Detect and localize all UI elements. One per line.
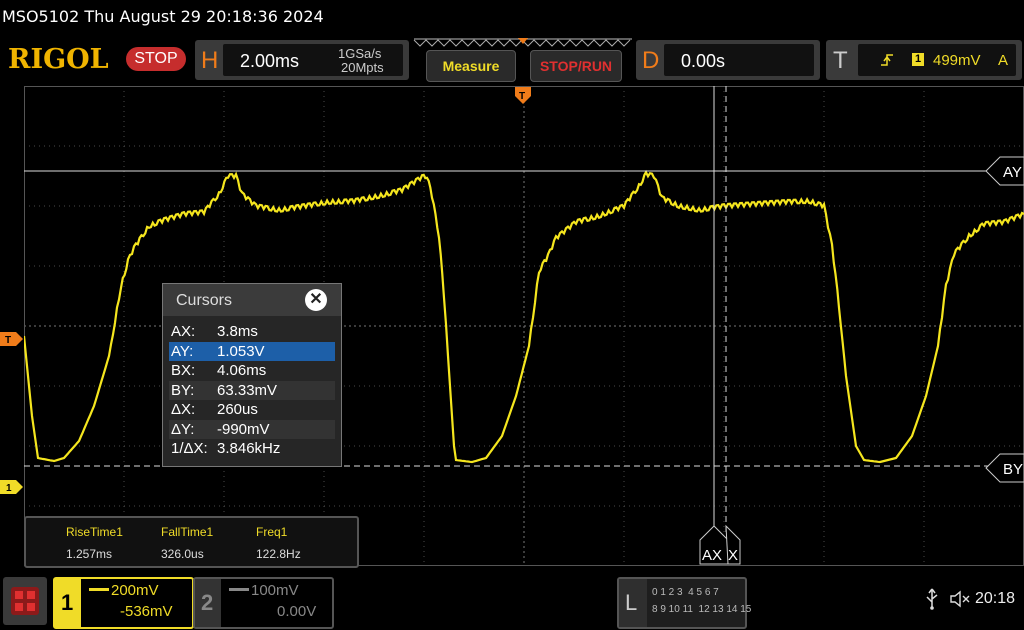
svg-text:T: T xyxy=(5,335,11,346)
cursor-row-value: 63.33mV xyxy=(217,381,278,399)
measure-value: 122.8Hz xyxy=(256,547,301,561)
cursors-panel: Cursors ✕ AX: 3.8ms AY: 1.053V BX: 4.06ms BY: 6… xyxy=(162,283,342,467)
clock: 20:18 xyxy=(975,590,1016,607)
channel1-number: 1 xyxy=(61,590,74,615)
channel2-number: 2 xyxy=(201,590,214,615)
channel1-ground-marker[interactable]: 1 xyxy=(0,479,24,495)
rising-edge-icon xyxy=(881,54,893,66)
channel1-panel[interactable]: 1 ▬▬ 200mV -536mV xyxy=(53,577,194,629)
speaker-muted-icon[interactable] xyxy=(950,590,972,608)
cursor-row-key: AX: xyxy=(171,323,196,340)
trigger-panel[interactable]: T 1 499mV A xyxy=(826,40,1022,80)
cursors-title: Cursors xyxy=(176,292,233,309)
cursor-row-key: AY: xyxy=(171,342,194,360)
measure-button[interactable]: Measure xyxy=(426,50,516,82)
trigger-level: 499mV xyxy=(933,52,981,69)
ay-label: AY xyxy=(1003,164,1022,181)
cursor-row[interactable]: AY: 1.053V xyxy=(169,341,335,361)
measurement-panel[interactable]: RiseTime1 1.257ms FallTime1 326.0us Freq… xyxy=(24,516,359,568)
rigol-logo: RIGOL xyxy=(8,44,109,75)
memory-depth: 20Mpts xyxy=(341,60,384,75)
measure-value: 326.0us xyxy=(161,547,204,561)
cursor-row-key: ΔX: xyxy=(171,401,196,418)
trigger-level-marker[interactable]: T xyxy=(0,331,24,347)
cursor-row[interactable]: 1/ΔX: 3.846kHz xyxy=(169,439,335,458)
measure-label: Freq1 xyxy=(256,525,288,539)
trigger-letter: T xyxy=(833,47,848,74)
channel2-scale: 100mV xyxy=(251,582,299,599)
dc-coupling-icon: ▬▬ xyxy=(229,583,249,594)
channel1-offset: -536mV xyxy=(120,603,173,620)
trigger-mode: A xyxy=(998,52,1009,69)
close-icon[interactable]: ✕ xyxy=(305,289,327,311)
timebase-value: 2.00ms xyxy=(240,51,300,71)
channel1-scale: 200mV xyxy=(111,582,159,599)
device-title: MSO5102 Thu August 29 20:18:36 2024 xyxy=(2,7,324,26)
delay-letter: D xyxy=(642,47,660,74)
cursors-panel-header: Cursors ✕ xyxy=(163,284,341,316)
title-bar: MSO5102 Thu August 29 20:18:36 2024 xyxy=(0,0,1024,36)
stop-run-button[interactable]: STOP/RUN xyxy=(530,50,622,82)
logic-analyzer-panel[interactable]: L 0 1 2 3 4 5 6 7 8 9 10 11 12 13 14 15 xyxy=(617,577,751,629)
channel2-panel[interactable]: 2 ▬▬ 100mV 0.00V xyxy=(193,577,334,629)
by-label: BY xyxy=(1003,461,1023,478)
cursor-row[interactable]: ΔY: -990mV xyxy=(169,419,335,439)
horizontal-panel[interactable]: H 2.00ms 1GSa/s 20Mpts xyxy=(195,40,409,80)
horizontal-letter: H xyxy=(201,47,219,74)
logic-channels-row2: 8 9 10 11 12 13 14 15 xyxy=(652,604,752,615)
trigger-position-label: T xyxy=(519,91,525,102)
menu-button[interactable] xyxy=(3,577,47,625)
trigger-source-badge: 1 xyxy=(912,53,924,66)
cursor-row-value: -990mV xyxy=(217,420,270,438)
cursor-row-key: BY: xyxy=(171,381,195,399)
cursor-row-key: ΔY: xyxy=(171,420,195,438)
sample-rate: 1GSa/s xyxy=(338,46,382,61)
cursor-row-key: BX: xyxy=(171,362,196,379)
bx-label: X xyxy=(728,547,738,564)
delay-panel[interactable]: D 0.00s xyxy=(636,40,820,80)
cursor-row-value: 4.06ms xyxy=(217,362,267,379)
measure-label: FallTime1 xyxy=(161,525,214,539)
top-toolbar: RIGOL STOP H 2.00ms 1GSa/s 20Mpts Measur… xyxy=(0,36,1024,82)
svg-text:1: 1 xyxy=(6,483,12,494)
dc-coupling-icon: ▬▬ xyxy=(89,583,109,594)
cursor-row-value: 260us xyxy=(217,401,258,418)
app-grid-icon xyxy=(11,587,39,615)
cursor-row[interactable]: BY: 63.33mV xyxy=(169,380,335,400)
logic-channels-row1: 0 1 2 3 4 5 6 7 xyxy=(652,587,719,598)
measure-label: RiseTime1 xyxy=(66,525,123,539)
ax-label: AX xyxy=(702,547,722,564)
cursor-row-key: 1/ΔX: xyxy=(171,440,208,457)
cursor-row-value: 3.846kHz xyxy=(217,440,281,457)
delay-value: 0.00s xyxy=(681,51,726,71)
cursor-row-value: 3.8ms xyxy=(217,323,258,340)
run-state-badge[interactable]: STOP xyxy=(126,47,186,71)
channel2-offset: 0.00V xyxy=(277,603,317,620)
cursor-row[interactable]: BX: 4.06ms xyxy=(169,361,335,380)
cursor-row-value: 1.053V xyxy=(217,342,265,360)
usb-icon xyxy=(926,588,938,610)
cursor-row[interactable]: AX: 3.8ms xyxy=(169,322,335,341)
measure-value: 1.257ms xyxy=(66,547,113,561)
cursor-row[interactable]: ΔX: 260us xyxy=(169,400,335,419)
logic-letter: L xyxy=(625,590,638,615)
memory-position-indicator xyxy=(413,38,632,47)
